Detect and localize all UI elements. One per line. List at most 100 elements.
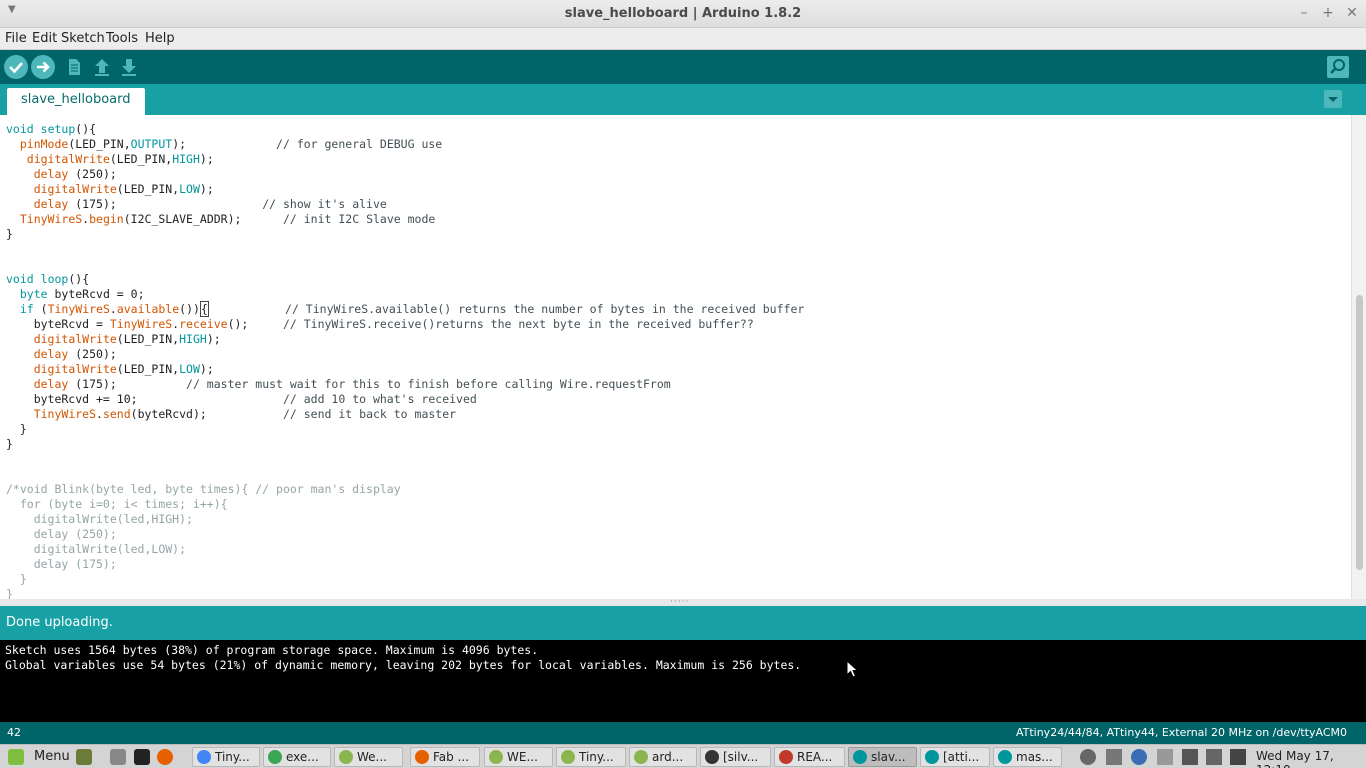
- menu-tools[interactable]: Tools: [106, 31, 138, 46]
- taskbar-task[interactable]: slav...: [848, 747, 917, 767]
- code-line[interactable]: /*void Blink(byte led, byte times){ // p…: [6, 482, 804, 497]
- code-line[interactable]: void setup(){: [6, 122, 804, 137]
- taskbar-task[interactable]: Tiny...: [556, 747, 626, 767]
- code-line[interactable]: digitalWrite(led,HIGH);: [6, 512, 804, 527]
- minimize-button[interactable]: –: [1295, 4, 1313, 22]
- code-line[interactable]: }: [6, 422, 804, 437]
- code-editor[interactable]: void setup(){ pinMode(LED_PIN,OUTPUT); /…: [0, 115, 1366, 599]
- code-token: delay: [33, 167, 69, 181]
- code-line[interactable]: TinyWireS.send(byteRcvd); // send it bac…: [6, 407, 804, 422]
- taskbar-task[interactable]: We...: [334, 747, 403, 767]
- taskbar-task[interactable]: [silv...: [700, 747, 771, 767]
- console-output[interactable]: Sketch uses 1564 bytes (38%) of program …: [0, 640, 1366, 722]
- code-line[interactable]: [6, 467, 804, 482]
- code-line[interactable]: digitalWrite(LED_PIN,LOW);: [6, 362, 804, 377]
- open-button[interactable]: [90, 55, 114, 79]
- new-button[interactable]: [62, 55, 86, 79]
- menu-sketch[interactable]: Sketch: [61, 31, 105, 46]
- code-token: .: [109, 302, 117, 316]
- code-token: }: [6, 587, 13, 599]
- file-manager-icon[interactable]: [110, 749, 126, 765]
- show-desktop-icon[interactable]: [76, 749, 92, 765]
- maximize-button[interactable]: +: [1319, 4, 1337, 22]
- code-line[interactable]: TinyWireS.begin(I2C_SLAVE_ADDR); // init…: [6, 212, 804, 227]
- status-message: Done uploading.: [6, 615, 113, 630]
- code-token: delay: [33, 197, 69, 211]
- taskbar-task[interactable]: Fab ...: [410, 747, 480, 767]
- editor-scrollbar-thumb[interactable]: [1356, 295, 1363, 570]
- verify-button[interactable]: [4, 55, 28, 79]
- tab-slave-helloboard[interactable]: slave_helloboard: [7, 88, 145, 115]
- taskbar-task[interactable]: WE...: [484, 747, 553, 767]
- code-line[interactable]: byteRcvd = TinyWireS.receive(); // TinyW…: [6, 317, 804, 332]
- save-button[interactable]: [117, 55, 141, 79]
- network-signal-icon[interactable]: [1157, 749, 1173, 765]
- taskbar-task[interactable]: ard...: [629, 747, 697, 767]
- code-text[interactable]: void setup(){ pinMode(LED_PIN,OUTPUT); /…: [6, 122, 804, 599]
- code-token: LOW: [179, 362, 200, 376]
- code-line[interactable]: digitalWrite(LED_PIN,HIGH);: [6, 332, 804, 347]
- app-icon: [998, 750, 1012, 764]
- code-line[interactable]: for (byte i=0; i< times; i++){: [6, 497, 804, 512]
- shield-icon[interactable]: [1131, 749, 1147, 765]
- code-line[interactable]: [6, 242, 804, 257]
- taskbar-task[interactable]: [atti...: [920, 747, 990, 767]
- code-token: byteRcvd += 10;: [6, 392, 283, 406]
- tab-menu-button[interactable]: [1324, 90, 1342, 108]
- code-line[interactable]: pinMode(LED_PIN,OUTPUT); // for general …: [6, 137, 804, 152]
- taskbar-task[interactable]: REA...: [774, 747, 845, 767]
- close-button[interactable]: ✕: [1343, 4, 1361, 22]
- code-line[interactable]: if (TinyWireS.available()){ // TinyWireS…: [6, 301, 804, 317]
- app-icon: [489, 750, 503, 764]
- firefox-icon[interactable]: [157, 749, 173, 765]
- code-line[interactable]: delay (175); // master must wait for thi…: [6, 377, 804, 392]
- code-line[interactable]: delay (250);: [6, 167, 804, 182]
- code-line[interactable]: [6, 257, 804, 272]
- code-token: loop: [40, 272, 69, 286]
- volume-icon[interactable]: [1206, 749, 1222, 765]
- code-line[interactable]: digitalWrite(LED_PIN,LOW);: [6, 182, 804, 197]
- code-line[interactable]: [6, 452, 804, 467]
- mint-menu-icon[interactable]: [8, 749, 24, 765]
- upload-button[interactable]: [31, 55, 55, 79]
- settings-gear-icon[interactable]: [1080, 749, 1096, 765]
- code-line[interactable]: delay (175);: [6, 557, 804, 572]
- taskbar-task[interactable]: mas...: [993, 747, 1062, 767]
- serial-monitor-button[interactable]: [1326, 55, 1350, 79]
- code-line[interactable]: byte byteRcvd = 0;: [6, 287, 804, 302]
- battery-icon[interactable]: [1230, 749, 1246, 765]
- menu-file[interactable]: File: [5, 31, 27, 46]
- editor-scrollbar[interactable]: [1351, 115, 1366, 599]
- code-token: );: [199, 182, 214, 196]
- taskbar-task[interactable]: exe...: [263, 747, 331, 767]
- code-line[interactable]: delay (250);: [6, 527, 804, 542]
- menu-edit[interactable]: Edit: [32, 31, 57, 46]
- menu-help[interactable]: Help: [145, 31, 175, 46]
- taskbar-task-label: Fab ...: [433, 750, 470, 764]
- code-token: }: [6, 422, 27, 436]
- code-line[interactable]: void loop(){: [6, 272, 804, 287]
- clock[interactable]: Wed May 17, 12:10: [1256, 749, 1366, 768]
- bluetooth-icon[interactable]: [1182, 749, 1198, 765]
- code-line[interactable]: }: [6, 437, 804, 452]
- code-token: OUTPUT: [130, 137, 173, 151]
- terminal-icon[interactable]: [134, 749, 150, 765]
- taskbar-task[interactable]: Tiny...: [192, 747, 260, 767]
- code-line[interactable]: }: [6, 572, 804, 587]
- start-menu-button[interactable]: Menu: [34, 749, 70, 764]
- taskbar-task-label: ard...: [652, 750, 684, 764]
- panel-divider[interactable]: ·····: [0, 597, 1366, 607]
- update-icon[interactable]: [1106, 749, 1122, 765]
- code-line[interactable]: byteRcvd += 10; // add 10 to what's rece…: [6, 392, 804, 407]
- code-line[interactable]: digitalWrite(led,LOW);: [6, 542, 804, 557]
- window-titlebar[interactable]: ▼ slave_helloboard | Arduino 1.8.2 – + ✕: [0, 0, 1366, 28]
- code-line[interactable]: delay (175); // show it's alive: [6, 197, 804, 212]
- code-line[interactable]: }: [6, 227, 804, 242]
- code-token: delay (250);: [6, 527, 117, 541]
- code-token: delay (175);: [6, 557, 117, 571]
- code-line[interactable]: digitalWrite(LED_PIN,HIGH);: [6, 152, 804, 167]
- code-line[interactable]: delay (250);: [6, 347, 804, 362]
